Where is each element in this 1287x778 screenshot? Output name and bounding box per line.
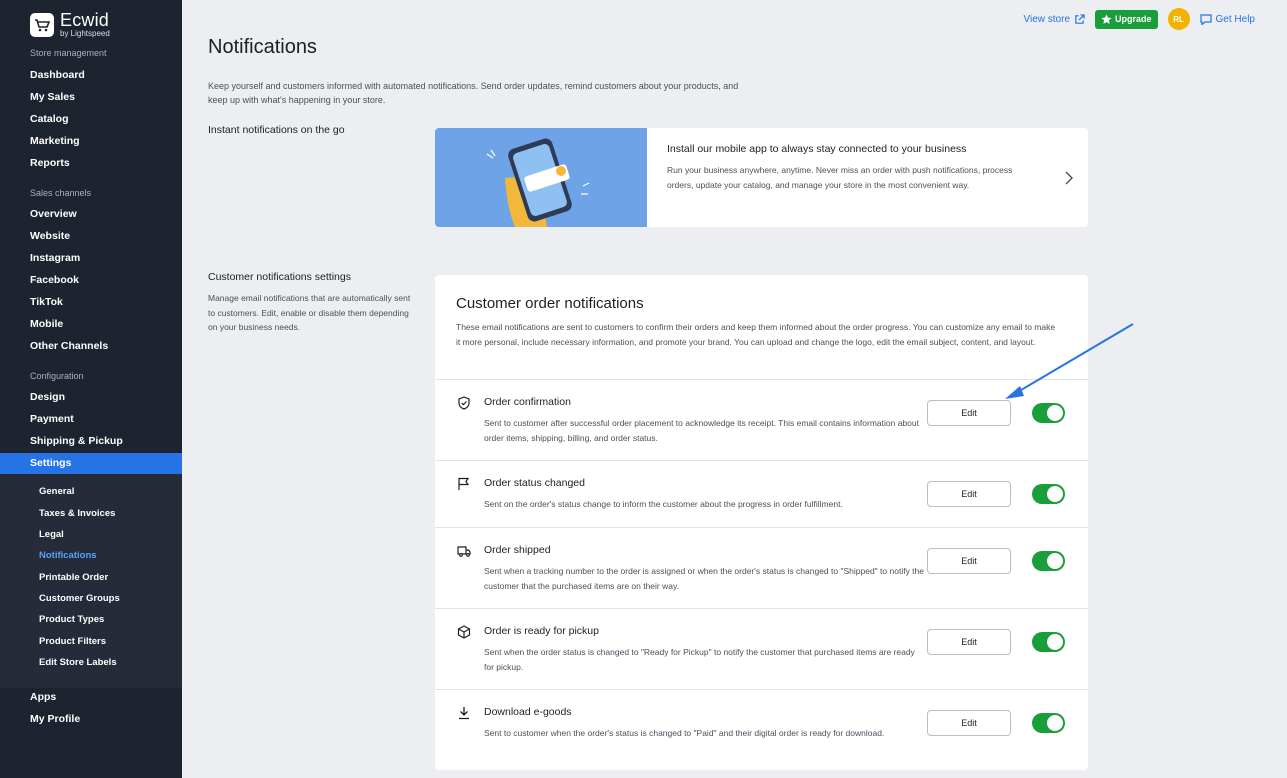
chat-icon [1199, 13, 1212, 25]
sidebar-item-other-channels[interactable]: Other Channels [30, 340, 108, 352]
phone-illustration [435, 128, 647, 227]
row-title: Download e-goods [484, 706, 572, 718]
sidebar-item-tiktok[interactable]: TikTok [30, 296, 63, 308]
subnav-item-taxes-invoices[interactable]: Taxes & Invoices [39, 508, 115, 519]
subnav-item-legal[interactable]: Legal [39, 529, 64, 540]
card-description: These email notifications are sent to cu… [456, 322, 1056, 347]
nav-group-configuration: Configuration [30, 371, 84, 381]
subnav-item-printable-order[interactable]: Printable Order [39, 572, 108, 583]
upgrade-label: Upgrade [1115, 14, 1152, 24]
settings-subnav: General Taxes & Invoices Legal Notificat… [0, 474, 182, 688]
sidebar-item-dashboard[interactable]: Dashboard [30, 69, 85, 81]
edit-button[interactable]: Edit [927, 481, 1011, 507]
page-description: Keep yourself and customers informed wit… [208, 81, 739, 105]
row-title: Order confirmation [484, 396, 571, 408]
sidebar-item-reports[interactable]: Reports [30, 157, 70, 169]
edit-button[interactable]: Edit [927, 548, 1011, 574]
subnav-item-edit-store-labels[interactable]: Edit Store Labels [39, 657, 117, 668]
row-description: Sent to customer after successful order … [484, 418, 919, 443]
sidebar-item-settings[interactable]: Settings [0, 453, 182, 474]
edit-button[interactable]: Edit [927, 710, 1011, 736]
row-description: Sent when the order status is changed to… [484, 647, 915, 672]
star-icon [1101, 13, 1112, 24]
shield-check-icon [458, 396, 470, 410]
external-link-icon [1075, 13, 1085, 24]
customer-notifications-desc: Manage email notifications that are auto… [208, 293, 411, 332]
truck-icon [457, 546, 471, 557]
promo-text: Run your business anywhere, anytime. Nev… [667, 165, 1013, 190]
subnav-item-product-types[interactable]: Product Types [39, 614, 104, 625]
edit-button[interactable]: Edit [927, 629, 1011, 655]
get-help-label: Get Help [1215, 13, 1255, 25]
notification-row-ready-for-pickup: Order is ready for pickup Sent when the … [435, 608, 1088, 689]
mobile-app-promo-card[interactable]: Install our mobile app to always stay co… [435, 128, 1088, 227]
notification-row-order-confirmation: Order confirmation Sent to customer afte… [435, 379, 1088, 460]
download-icon [459, 707, 469, 720]
chevron-right-icon[interactable] [1064, 171, 1074, 185]
row-description: Sent on the order's status change to inf… [484, 499, 843, 509]
cart-logo-icon [30, 12, 54, 37]
nav-group-sales-channels: Sales channels [30, 188, 92, 198]
sidebar-item-my-profile[interactable]: My Profile [30, 713, 80, 725]
row-title: Order is ready for pickup [484, 625, 599, 637]
row-description: Sent when a tracking number to the order… [484, 566, 924, 591]
sidebar-item-apps[interactable]: Apps [30, 691, 56, 703]
sidebar-item-shipping-pickup[interactable]: Shipping & Pickup [30, 435, 123, 447]
avatar[interactable]: RL [1167, 8, 1190, 30]
card-title: Customer order notifications [456, 295, 644, 312]
ecwid-logo[interactable]: Ecwid by Lightspeed [30, 11, 110, 38]
sidebar-item-catalog[interactable]: Catalog [30, 113, 69, 125]
get-help-link[interactable]: Get Help [1199, 13, 1255, 25]
flag-icon [458, 477, 470, 490]
sidebar-item-settings-label: Settings [30, 457, 72, 469]
notification-row-download-e-goods: Download e-goods Sent to customer when t… [435, 689, 1088, 770]
enable-toggle[interactable] [1032, 713, 1065, 733]
nav-group-store-management: Store management [30, 48, 107, 58]
enable-toggle[interactable] [1032, 403, 1065, 423]
sidebar-item-mobile[interactable]: Mobile [30, 318, 63, 330]
subnav-item-general[interactable]: General [39, 486, 74, 497]
sidebar-item-payment[interactable]: Payment [30, 413, 74, 425]
brand-name: Ecwid [60, 10, 110, 30]
row-title: Order status changed [484, 477, 585, 489]
edit-button[interactable]: Edit [927, 400, 1011, 426]
promo-title: Install our mobile app to always stay co… [667, 143, 967, 155]
sidebar: Ecwid by Lightspeed Store management Das… [0, 0, 182, 778]
view-store-label: View store [1023, 13, 1071, 25]
instant-notifications-label: Instant notifications on the go [208, 124, 345, 136]
customer-notifications-label: Customer notifications settings [208, 271, 351, 283]
enable-toggle[interactable] [1032, 632, 1065, 652]
sidebar-item-marketing[interactable]: Marketing [30, 135, 80, 147]
customer-order-notifications-card: Customer order notifications These email… [435, 275, 1088, 770]
notification-row-order-shipped: Order shipped Sent when a tracking numbe… [435, 527, 1088, 608]
enable-toggle[interactable] [1032, 484, 1065, 504]
view-store-link[interactable]: View store [1024, 14, 1086, 25]
sidebar-item-facebook[interactable]: Facebook [30, 274, 79, 286]
upgrade-button[interactable]: Upgrade [1095, 9, 1158, 29]
sidebar-item-overview[interactable]: Overview [30, 208, 77, 220]
subnav-item-product-filters[interactable]: Product Filters [39, 636, 106, 647]
subnav-item-customer-groups[interactable]: Customer Groups [39, 593, 120, 604]
subnav-item-notifications[interactable]: Notifications [39, 550, 97, 561]
sidebar-item-website[interactable]: Website [30, 230, 70, 242]
enable-toggle[interactable] [1032, 551, 1065, 571]
sidebar-item-design[interactable]: Design [30, 391, 65, 403]
box-icon [457, 625, 471, 639]
notification-row-order-status-changed: Order status changed Sent on the order's… [435, 460, 1088, 527]
page-title: Notifications [208, 36, 317, 58]
sidebar-item-instagram[interactable]: Instagram [30, 252, 80, 264]
brand-sub: by Lightspeed [60, 29, 110, 38]
row-description: Sent to customer when the order's status… [484, 728, 885, 738]
sidebar-item-my-sales[interactable]: My Sales [30, 91, 75, 103]
row-title: Order shipped [484, 544, 551, 556]
top-bar: View store Upgrade RL Get Help [1024, 8, 1255, 30]
